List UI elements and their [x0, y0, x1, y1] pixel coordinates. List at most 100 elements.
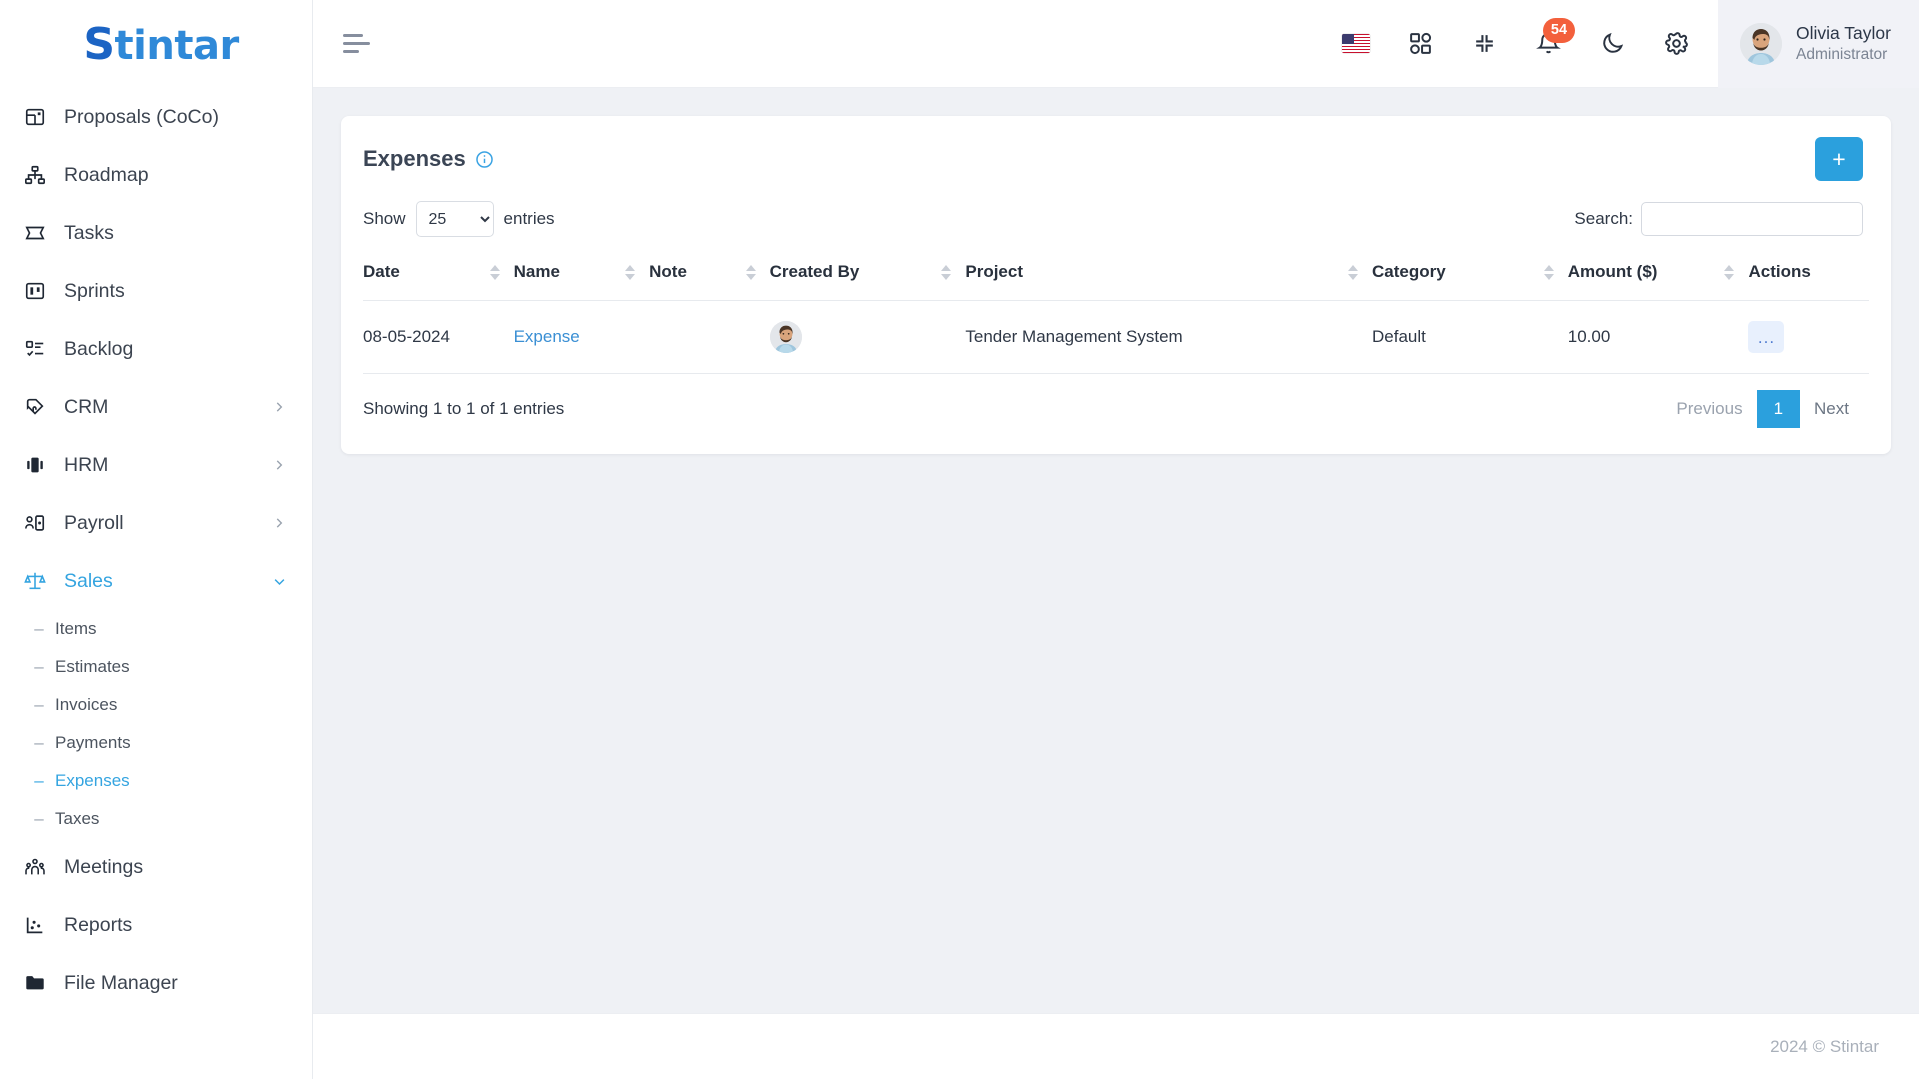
- hamburger-line: [343, 50, 359, 53]
- sidebar-item-file-manager[interactable]: File Manager: [0, 954, 312, 1012]
- column-header-date[interactable]: Date: [363, 252, 514, 301]
- sidebar-subitem-taxes[interactable]: – Taxes: [0, 800, 312, 838]
- entries-length-select[interactable]: 102550100: [415, 201, 494, 237]
- folder-icon: [22, 970, 48, 996]
- hamburger-line: [343, 42, 370, 45]
- sidebar-subitem-items[interactable]: – Items: [0, 610, 312, 648]
- sidebar-item-backlog[interactable]: Backlog: [0, 320, 312, 378]
- column-header-name[interactable]: Name: [513, 252, 650, 301]
- table-toolbar: Show 102550100 entries Search:: [341, 188, 1891, 244]
- entries-info: Showing 1 to 1 of 1 entries: [363, 399, 565, 418]
- row-actions-button[interactable]: ...: [1748, 321, 1785, 353]
- cell-amount: 10.00: [1567, 300, 1749, 374]
- top-bar: 54 Olivia Taylor Administrator: [313, 0, 1919, 88]
- sprints-icon: [22, 278, 48, 304]
- column-header-category[interactable]: Category: [1371, 252, 1568, 301]
- sidebar-item-sprints[interactable]: Sprints: [0, 262, 312, 320]
- sort-icon: [625, 264, 636, 280]
- dash-icon: –: [34, 771, 44, 790]
- cell-date: 08-05-2024: [363, 300, 514, 374]
- sidebar-subitem-invoices[interactable]: – Invoices: [0, 686, 312, 724]
- search-input[interactable]: [1641, 202, 1863, 236]
- sidebar-subitem-label: Payments: [55, 733, 131, 752]
- page-title: Expenses: [363, 146, 466, 171]
- sidebar-nav-bottom: Meetings Reports File Manager: [0, 838, 312, 1012]
- sidebar-item-label: Meetings: [64, 855, 144, 878]
- sidebar-subitem-payments[interactable]: – Payments: [0, 724, 312, 762]
- column-header-created-by[interactable]: Created By: [769, 252, 966, 301]
- sidebar-item-tasks[interactable]: Tasks: [0, 204, 312, 262]
- tasks-icon: [22, 220, 48, 246]
- user-profile-menu[interactable]: Olivia Taylor Administrator: [1718, 0, 1919, 88]
- table-footer: Showing 1 to 1 of 1 entries Previous 1 N…: [341, 374, 1891, 454]
- column-header-note[interactable]: Note: [649, 252, 770, 301]
- column-label: Date: [363, 262, 400, 281]
- expense-name-link[interactable]: Expense: [514, 327, 580, 346]
- sidebar-subitem-label: Taxes: [55, 809, 100, 828]
- table-body: 08-05-2024 Expense Tender Management Sys…: [363, 300, 1869, 374]
- sidebar-item-payroll[interactable]: Payroll: [0, 494, 312, 552]
- sidebar-item-meetings[interactable]: Meetings: [0, 838, 312, 896]
- compress-icon[interactable]: [1458, 18, 1510, 70]
- column-header-project[interactable]: Project: [965, 252, 1372, 301]
- hamburger-line: [343, 34, 363, 37]
- logo-wordmark: tintar: [114, 22, 240, 69]
- sidebar-item-sales[interactable]: Sales: [0, 552, 312, 610]
- table-row[interactable]: 08-05-2024 Expense Tender Management Sys…: [363, 300, 1869, 374]
- us-flag-icon: [1342, 34, 1370, 53]
- column-label: Actions: [1748, 262, 1811, 281]
- backlog-icon: [22, 336, 48, 362]
- chevron-right-icon: [271, 399, 287, 415]
- chevron-down-icon: [271, 573, 287, 589]
- pagination-next[interactable]: Next: [1800, 390, 1863, 428]
- sort-icon: [1543, 264, 1554, 280]
- reports-icon: [22, 912, 48, 938]
- column-header-amount[interactable]: Amount ($): [1567, 252, 1749, 301]
- profile-text: Olivia Taylor Administrator: [1796, 22, 1891, 65]
- column-label: Category: [1371, 262, 1446, 281]
- sidebar-item-crm[interactable]: CRM: [0, 378, 312, 436]
- apps-grid-icon[interactable]: [1394, 18, 1446, 70]
- logo-text: Stintar: [83, 19, 240, 70]
- sort-icon: [1724, 264, 1735, 280]
- sidebar-item-label: Sales: [64, 569, 113, 592]
- expenses-card: Expenses + Show 102550100 entries Search…: [341, 116, 1891, 454]
- cell-category: Default: [1371, 300, 1568, 374]
- column-label: Note: [649, 262, 687, 281]
- notification-badge: 54: [1543, 17, 1575, 43]
- column-label: Project: [965, 262, 1023, 281]
- hamburger-icon[interactable]: [333, 16, 389, 72]
- brand-logo[interactable]: Stintar: [0, 0, 312, 88]
- cell-name: Expense: [513, 300, 650, 374]
- dash-icon: –: [34, 733, 44, 752]
- sidebar-item-reports[interactable]: Reports: [0, 896, 312, 954]
- payroll-icon: [22, 510, 48, 536]
- pagination-page-1[interactable]: 1: [1756, 390, 1801, 428]
- sort-icon: [745, 264, 756, 280]
- cell-note: [649, 300, 770, 374]
- profile-name: Olivia Taylor: [1796, 23, 1891, 44]
- avatar: [1740, 22, 1782, 65]
- sidebar-item-hrm[interactable]: HRM: [0, 436, 312, 494]
- sidebar-item-label: Sprints: [64, 279, 125, 302]
- info-circle-icon[interactable]: [475, 150, 494, 169]
- cell-actions: ...: [1748, 300, 1869, 374]
- table-header-row: Date Name Note Created By Project Catego…: [363, 252, 1869, 301]
- gear-icon[interactable]: [1650, 18, 1702, 70]
- sidebar-item-proposals[interactable]: Proposals (CoCo): [0, 88, 312, 146]
- moon-icon[interactable]: [1586, 18, 1638, 70]
- sort-icon: [489, 264, 500, 280]
- column-header-actions: Actions: [1748, 252, 1869, 301]
- language-selector[interactable]: [1330, 18, 1382, 70]
- notifications-button[interactable]: 54: [1522, 17, 1575, 70]
- column-label: Created By: [769, 262, 860, 281]
- pagination-previous[interactable]: Previous: [1662, 390, 1756, 428]
- add-expense-button[interactable]: +: [1815, 137, 1863, 181]
- sidebar-subitem-label: Expenses: [55, 771, 130, 790]
- sidebar-subitem-estimates[interactable]: – Estimates: [0, 648, 312, 686]
- proposals-icon: [22, 104, 48, 130]
- sidebar-subitem-expenses[interactable]: – Expenses: [0, 762, 312, 800]
- crm-icon: [22, 394, 48, 420]
- sidebar-item-roadmap[interactable]: Roadmap: [0, 146, 312, 204]
- search-label: Search:: [1574, 209, 1633, 228]
